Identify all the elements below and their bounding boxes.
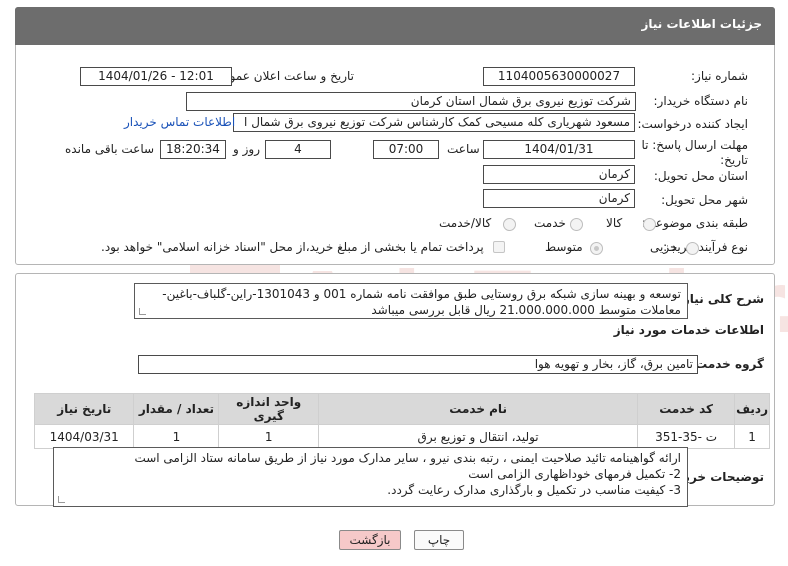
deadline-time-label: ساعت (447, 142, 480, 156)
category-label: طبقه بندی موضوعی: (641, 216, 748, 230)
panel-title: جزئیات اطلاعات نیاز (641, 17, 762, 31)
service-group-label: گروه خدمت: (690, 357, 764, 371)
cell-service-code: ت -35-351 (637, 424, 736, 449)
col-service-name: نام خدمت (318, 393, 639, 425)
creator-field: مسعود شهریاری کله مسیحی کمک کارشناس شرکت… (233, 113, 635, 132)
city-label: شهر محل تحویل: (661, 193, 748, 207)
description-line-1: توسعه و بهینه سازی شبکه برق روستایی طبق … (162, 287, 681, 301)
days-label: روز و (233, 142, 260, 156)
resize-handle-icon[interactable] (58, 496, 65, 503)
cell-quantity: 1 (133, 424, 220, 449)
buyer-notes-text: ارائه گواهینامه تائید صلاحیت ایمنی ، رتب… (53, 447, 688, 507)
category-service-radio[interactable] (570, 218, 583, 231)
cell-unit: 1 (218, 424, 320, 449)
treasury-payment-note: پرداخت تمام یا بخشی از مبلغ خرید،از محل … (101, 240, 484, 254)
buyer-org-field: شرکت توزیع نیروی برق شمال استان کرمان (186, 92, 636, 111)
process-minor-radio[interactable] (686, 242, 699, 255)
col-quantity: تعداد / مقدار (133, 393, 220, 425)
description-label: شرح کلی نیاز: (678, 292, 764, 306)
buyer-notes-line-2: 2- تکمیل فرمهای خوداظهاری الزامی است (468, 467, 681, 481)
category-goods-label: کالا (606, 216, 623, 230)
process-minor-label: جزیی (650, 240, 678, 254)
buyer-notes-line-3: 3- کیفیت مناسب در تکمیل و بارگذاری مدارک… (387, 483, 681, 497)
province-field: کرمان (483, 165, 635, 184)
col-unit: واحد اندازه گیری (218, 393, 320, 425)
deadline-label: مهلت ارسال پاسخ: تا (641, 138, 748, 152)
col-service-code: کد خدمت (637, 393, 736, 425)
deadline-time-field: 07:00 (373, 140, 439, 159)
buyer-notes-line-1: ارائه گواهینامه تائید صلاحیت ایمنی ، رتب… (134, 451, 681, 465)
category-service-label: خدمت (534, 216, 566, 230)
announce-field: 1404/01/26 - 12:01 (80, 67, 232, 86)
services-table: ردیف کد خدمت نام خدمت واحد اندازه گیری ت… (33, 393, 770, 449)
city-field: کرمان (483, 189, 635, 208)
back-button[interactable]: بازگشت (339, 530, 401, 550)
cell-service-name: تولید، انتقال و توزیع برق (318, 424, 639, 449)
description-line-2: معاملات متوسط 21.000.000.000 ریال قابل ب… (371, 303, 681, 317)
col-row: ردیف (734, 393, 770, 425)
process-medium-label: متوسط (545, 240, 583, 254)
cell-row: 1 (734, 424, 770, 449)
remaining-label: ساعت باقی مانده (65, 142, 155, 156)
process-medium-radio[interactable] (590, 242, 603, 255)
category-goods-radio[interactable] (643, 218, 656, 231)
need-number-field: 1104005630000027 (483, 67, 635, 86)
creator-label: ایجاد کننده درخواست: (637, 117, 748, 131)
province-label: استان محل تحویل: (653, 169, 748, 183)
col-need-date: تاریخ نیاز (33, 393, 135, 425)
table-header-row: ردیف کد خدمت نام خدمت واحد اندازه گیری ت… (33, 393, 770, 425)
table-row: 1 ت -35-351 تولید، انتقال و توزیع برق 1 … (33, 424, 770, 449)
need-number-label: شماره نیاز: (691, 69, 748, 83)
contact-buyer-link[interactable]: اطلاعات تماس خریدار (124, 115, 235, 129)
deadline-date-field: 1404/01/31 (483, 140, 635, 159)
service-group-field: تامین برق، گاز، بخار و تهویه هوا (138, 355, 698, 374)
cell-need-date: 1404/03/31 (33, 424, 135, 449)
days-field: 4 (265, 140, 331, 159)
treasury-payment-checkbox[interactable] (493, 241, 505, 253)
services-section-title: اطلاعات خدمات مورد نیاز (613, 323, 764, 337)
deadline-label-date: تاریخ: (720, 153, 748, 167)
remaining-time-field: 18:20:34 (160, 140, 226, 159)
description-text: توسعه و بهینه سازی شبکه برق روستایی طبق … (134, 283, 688, 319)
category-goods-service-radio[interactable] (503, 218, 516, 231)
category-goods-service-label: کالا/خدمت (439, 216, 492, 230)
buyer-org-label: نام دستگاه خریدار: (653, 94, 749, 108)
resize-handle-icon[interactable] (139, 308, 146, 315)
print-button[interactable]: چاپ (414, 530, 464, 550)
